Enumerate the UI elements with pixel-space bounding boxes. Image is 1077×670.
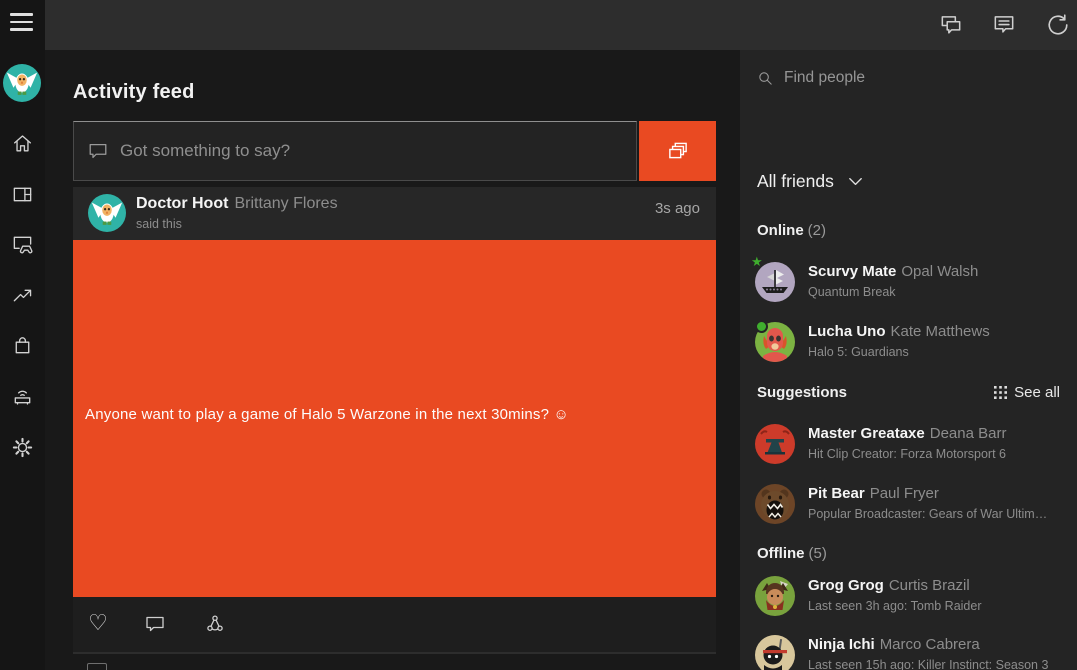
message-text-icon[interactable] (991, 12, 1017, 38)
menu-icon[interactable] (10, 13, 33, 31)
post-body[interactable]: Anyone want to play a game of Halo 5 War… (73, 240, 716, 597)
nav-sidebar (0, 0, 45, 670)
friend-row-lucha-uno[interactable]: Lucha UnoKate Matthews Halo 5: Guardians (755, 272, 1067, 312)
search-icon (757, 70, 774, 87)
post-verb: said this (136, 217, 182, 231)
find-people-search[interactable]: Find people (740, 62, 1077, 102)
feed-divider (73, 652, 716, 654)
friend-subtitle: Halo 5: Guardians (808, 345, 1066, 359)
post-timestamp: 3s ago (655, 200, 700, 217)
trending-icon[interactable] (11, 284, 34, 307)
collection-icon[interactable] (11, 183, 34, 206)
friends-panel: Find people All friends Online(2) ★ (740, 50, 1077, 670)
chevron-down-icon (848, 177, 863, 186)
friend-row-last-roar[interactable]: Last RoarAjanta Deb (755, 644, 1067, 670)
post-author-gamertag: Doctor Hoot (136, 195, 228, 212)
online-star-badge: ★ (751, 254, 763, 270)
home-icon[interactable] (11, 132, 34, 155)
post-message-text: Anyone want to play a game of Halo 5 War… (85, 406, 569, 423)
gamertag: Lucha Uno (808, 323, 886, 340)
profile-avatar[interactable] (3, 64, 41, 102)
post-author-avatar[interactable] (88, 194, 126, 232)
game-streaming-icon[interactable] (11, 233, 34, 256)
suggestion-row-pit-bear[interactable]: Pit BearPaul Fryer Popular Broadcaster: … (755, 434, 1067, 474)
search-placeholder: Find people (784, 69, 865, 87)
friends-filter-dropdown[interactable]: All friends (757, 168, 863, 194)
owl-avatar-art (88, 194, 126, 232)
chat-bubbles-icon[interactable] (938, 12, 964, 38)
page-title: Activity feed (73, 81, 195, 104)
post-author-realname: Brittany Flores (234, 195, 337, 212)
store-icon[interactable] (11, 334, 34, 357)
comment-icon[interactable] (143, 612, 167, 636)
real-name: Paul Fryer (870, 485, 939, 502)
top-bar (45, 0, 1077, 50)
connect-console-icon[interactable] (11, 385, 34, 408)
post-submit-button[interactable] (639, 121, 716, 181)
friend-row-scurvy-mate[interactable]: ★ Scurvy MateOpal Walsh Quantum Break (755, 212, 1067, 252)
like-heart-icon[interactable]: ♡ (86, 611, 110, 635)
owl-avatar-art (3, 64, 41, 102)
post-header[interactable]: Doctor Hoot Brittany Flores said this 3s … (73, 187, 716, 240)
real-name: Kate Matthews (891, 323, 990, 340)
stacked-posts-icon (665, 138, 691, 164)
share-icon[interactable] (203, 612, 227, 636)
gamertag: Pit Bear (808, 485, 865, 502)
suggestion-row-master-greataxe[interactable]: Master GreataxeDeana Barr Hit Clip Creat… (755, 374, 1067, 414)
online-dot-badge (755, 320, 768, 333)
settings-gear-icon[interactable] (11, 436, 34, 459)
post-composer (73, 121, 716, 181)
next-post-partial-icon (87, 663, 107, 670)
composer-input[interactable] (73, 121, 637, 181)
refresh-icon[interactable] (1044, 11, 1072, 39)
friend-subtitle: Popular Broadcaster: Gears of War Ultim… (808, 507, 1066, 521)
post-author-line: Doctor Hoot Brittany Flores (136, 195, 338, 213)
post-action-bar: ♡ (73, 597, 716, 652)
friend-row-grog-grog[interactable]: Grog GrogCurtis Brazil Last seen 3h ago:… (755, 526, 1067, 566)
avatar (755, 484, 795, 524)
filter-label: All friends (757, 171, 834, 192)
xbox-app-window: Activity feed Doct (0, 0, 1077, 670)
friend-row-ninja-ichi[interactable]: Ninja IchiMarco Cabrera Last seen 15h ag… (755, 585, 1067, 625)
